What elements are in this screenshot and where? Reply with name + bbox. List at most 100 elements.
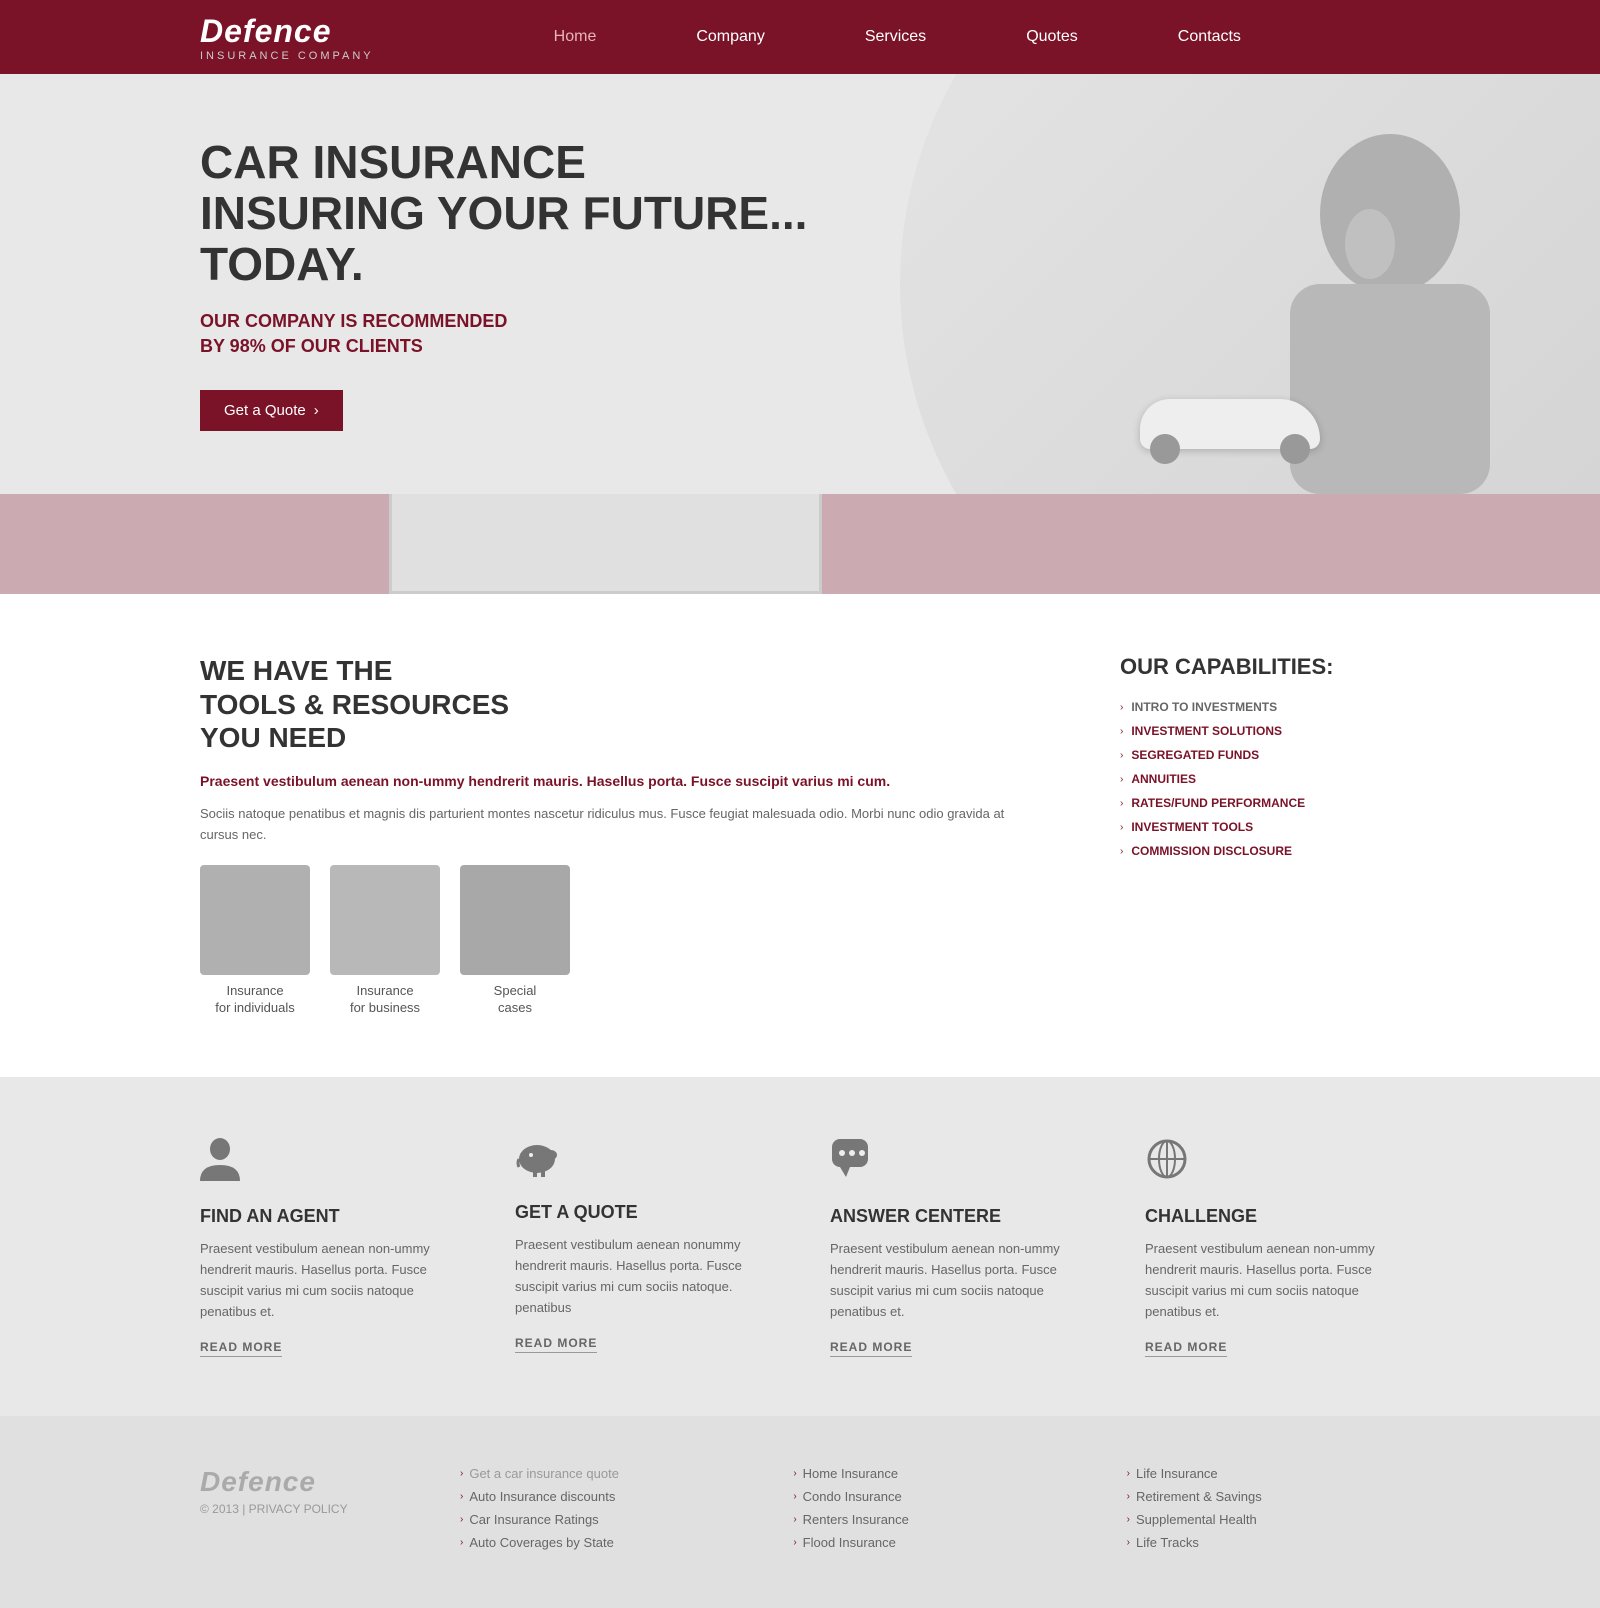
footer-item-1-0[interactable]: › Get a car insurance quote: [460, 1466, 733, 1481]
get-quote-button[interactable]: Get a Quote ›: [200, 390, 343, 431]
footer-list-1: › Get a car insurance quote › Auto Insur…: [460, 1466, 733, 1550]
footer-item-1-1[interactable]: › Auto Insurance discounts: [460, 1489, 733, 1504]
footer-link-life[interactable]: Life Insurance: [1136, 1466, 1218, 1481]
cap-link-6[interactable]: COMMISSION DISCLOSURE: [1131, 844, 1292, 858]
footer-item-3-3[interactable]: › Life Tracks: [1127, 1535, 1400, 1550]
cap-arrow-3: ›: [1120, 774, 1123, 785]
read-more-2[interactable]: READ MORE: [830, 1340, 912, 1357]
service-card-business[interactable]: Insurancefor business: [330, 865, 440, 1017]
logo: Defence: [200, 13, 374, 50]
footer-arrow: ›: [793, 1491, 796, 1502]
footer-item-1-2[interactable]: › Car Insurance Ratings: [460, 1512, 733, 1527]
nav-company[interactable]: Company: [696, 28, 764, 46]
feature-title-3: CHALLENGE: [1145, 1206, 1400, 1227]
footer-list-3: › Life Insurance › Retirement & Savings …: [1127, 1466, 1400, 1550]
nav-contacts[interactable]: Contacts: [1178, 28, 1241, 46]
tools-title: WE HAVE THE TOOLS & RESOURCES YOU NEED: [200, 654, 1040, 755]
footer-link-life-tracks[interactable]: Life Tracks: [1136, 1535, 1199, 1550]
logo-sub: INSURANCE COMPANY: [200, 50, 374, 62]
footer-item-3-0[interactable]: › Life Insurance: [1127, 1466, 1400, 1481]
footer-item-2-2[interactable]: › Renters Insurance: [793, 1512, 1066, 1527]
footer-item-2-0[interactable]: › Home Insurance: [793, 1466, 1066, 1481]
service-cards: Insurancefor individuals Insurancefor bu…: [200, 865, 1040, 1017]
footer-link-retirement[interactable]: Retirement & Savings: [1136, 1489, 1262, 1504]
footer-item-3-2[interactable]: › Supplemental Health: [1127, 1512, 1400, 1527]
footer-item-1-3[interactable]: › Auto Coverages by State: [460, 1535, 733, 1550]
cap-item-5[interactable]: › INVESTMENT TOOLS: [1120, 820, 1400, 834]
cap-item-3[interactable]: › ANNUITIES: [1120, 772, 1400, 786]
globe-icon: [1145, 1137, 1400, 1190]
footer-link-home[interactable]: Home Insurance: [803, 1466, 898, 1481]
read-more-3[interactable]: READ MORE: [1145, 1340, 1227, 1357]
footer-arrow: ›: [1127, 1514, 1130, 1525]
footer-arrow: ›: [1127, 1468, 1130, 1479]
cap-link-2[interactable]: SEGREGATED FUNDS: [1131, 748, 1259, 762]
cap-link-5[interactable]: INVESTMENT TOOLS: [1131, 820, 1253, 834]
cap-link-4[interactable]: RATES/FUND PERFORMANCE: [1131, 796, 1305, 810]
footer-copyright: © 2013 | PRIVACY POLICY: [200, 1502, 400, 1516]
feature-answer-center: ANSWER CENTERE Praesent vestibulum aenea…: [830, 1137, 1085, 1356]
footer-col-1: › Get a car insurance quote › Auto Insur…: [460, 1466, 733, 1558]
feature-title-1: GET A QUOTE: [515, 1202, 770, 1223]
nav-home[interactable]: Home: [554, 28, 597, 46]
thumb-3[interactable]: [822, 494, 1211, 594]
cap-link-1[interactable]: INVESTMENT SOLUTIONS: [1131, 724, 1282, 738]
cap-item-4[interactable]: › RATES/FUND PERFORMANCE: [1120, 796, 1400, 810]
read-more-0[interactable]: READ MORE: [200, 1340, 282, 1357]
footer-arrow: ›: [1127, 1537, 1130, 1548]
cap-item-2[interactable]: › SEGREGATED FUNDS: [1120, 748, 1400, 762]
hero-section: CAR INSURANCE INSURING YOUR FUTURE... TO…: [0, 74, 1600, 494]
cap-link-3[interactable]: ANNUITIES: [1131, 772, 1196, 786]
service-card-individuals[interactable]: Insurancefor individuals: [200, 865, 310, 1017]
footer-link-flood[interactable]: Flood Insurance: [803, 1535, 896, 1550]
feature-title-0: FIND AN AGENT: [200, 1206, 455, 1227]
tools-desc-red: Praesent vestibulum aenean non-ummy hend…: [200, 771, 1040, 792]
nav-services[interactable]: Services: [865, 28, 926, 46]
footer-link-auto-discounts[interactable]: Auto Insurance discounts: [469, 1489, 615, 1504]
footer-logo: Defence: [200, 1466, 400, 1498]
thumb-2-active[interactable]: [389, 494, 823, 594]
cap-item-1[interactable]: › INVESTMENT SOLUTIONS: [1120, 724, 1400, 738]
footer-arrow: ›: [460, 1468, 463, 1479]
capabilities-title: OUR CAPABILITIES:: [1120, 654, 1400, 680]
service-card-label-1: Insurancefor individuals: [200, 983, 310, 1017]
footer-link-supplemental[interactable]: Supplemental Health: [1136, 1512, 1257, 1527]
thumb-4[interactable]: [1211, 494, 1600, 594]
footer-col-2: › Home Insurance › Condo Insurance › Ren…: [793, 1466, 1066, 1558]
service-card-img-3: [460, 865, 570, 975]
hero-content: CAR INSURANCE INSURING YOUR FUTURE... TO…: [200, 137, 807, 430]
feature-find-agent: FIND AN AGENT Praesent vestibulum aenean…: [200, 1137, 455, 1356]
service-card-img-2: [330, 865, 440, 975]
nav-quotes[interactable]: Quotes: [1026, 28, 1078, 46]
thumb-1[interactable]: [0, 494, 389, 594]
footer-link-condo[interactable]: Condo Insurance: [803, 1489, 902, 1504]
cap-arrow-0: ›: [1120, 702, 1123, 713]
tools-desc: Sociis natoque penatibus et magnis dis p…: [200, 804, 1040, 846]
footer-item-3-1[interactable]: › Retirement & Savings: [1127, 1489, 1400, 1504]
cap-arrow-5: ›: [1120, 822, 1123, 833]
footer-link-renters[interactable]: Renters Insurance: [803, 1512, 909, 1527]
footer-arrow: ›: [460, 1491, 463, 1502]
cap-link-0[interactable]: INTRO TO INVESTMENTS: [1131, 700, 1277, 714]
person-icon: [200, 1137, 455, 1190]
footer-item-2-3[interactable]: › Flood Insurance: [793, 1535, 1066, 1550]
footer-arrow: ›: [793, 1537, 796, 1548]
footer-arrow: ›: [460, 1514, 463, 1525]
footer-link-car-ratings[interactable]: Car Insurance Ratings: [469, 1512, 598, 1527]
footer-link-auto-coverages[interactable]: Auto Coverages by State: [469, 1535, 614, 1550]
service-card-label-3: Specialcases: [460, 983, 570, 1017]
main-nav: Home Company Services Quotes Contacts: [554, 28, 1241, 46]
hero-subtitle: OUR COMPANY IS RECOMMENDED BY 98% OF OUR…: [200, 309, 807, 359]
chat-icon: [830, 1137, 1085, 1190]
footer-arrow: ›: [793, 1514, 796, 1525]
footer-item-2-1[interactable]: › Condo Insurance: [793, 1489, 1066, 1504]
header: Defence INSURANCE COMPANY Home Company S…: [0, 0, 1600, 74]
read-more-1[interactable]: READ MORE: [515, 1336, 597, 1353]
service-card-special[interactable]: Specialcases: [460, 865, 570, 1017]
cap-item-0[interactable]: › INTRO TO INVESTMENTS: [1120, 700, 1400, 714]
footer-link-get-car-quote[interactable]: Get a car insurance quote: [469, 1466, 619, 1481]
tools-section: WE HAVE THE TOOLS & RESOURCES YOU NEED P…: [200, 654, 1040, 1017]
cap-item-6[interactable]: › COMMISSION DISCLOSURE: [1120, 844, 1400, 858]
footer-list-2: › Home Insurance › Condo Insurance › Ren…: [793, 1466, 1066, 1550]
cap-arrow-2: ›: [1120, 750, 1123, 761]
